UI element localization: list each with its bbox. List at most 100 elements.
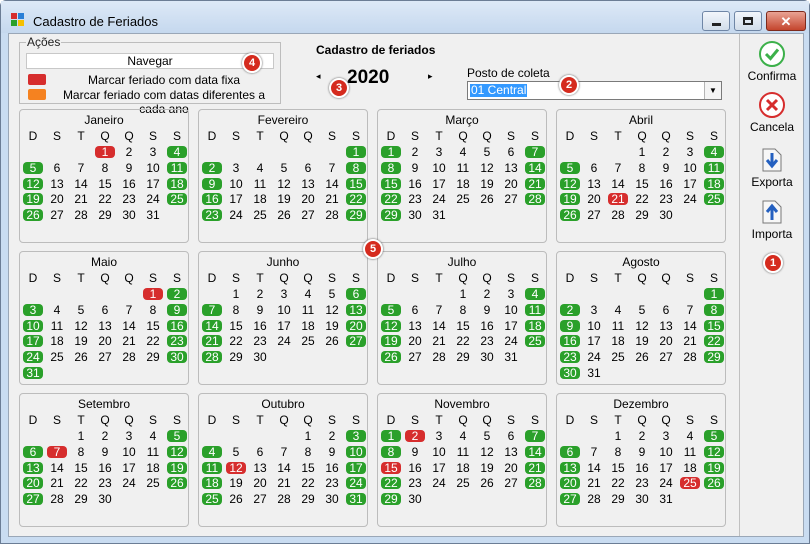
day-cell[interactable]: 3 — [429, 146, 449, 158]
day-cell[interactable]: 6 — [23, 445, 43, 458]
chevron-down-icon[interactable]: ▼ — [704, 82, 721, 99]
day-cell[interactable]: 13 — [405, 320, 425, 332]
day-cell[interactable]: 29 — [71, 493, 91, 505]
day-cell[interactable]: 23 — [202, 209, 222, 222]
prev-year-arrow-icon[interactable]: ◂ — [316, 71, 321, 82]
day-cell[interactable]: 6 — [47, 162, 67, 174]
day-cell[interactable]: 28 — [71, 209, 91, 221]
day-cell[interactable]: 24 — [501, 335, 521, 347]
day-cell[interactable]: 16 — [560, 335, 580, 348]
day-cell[interactable]: 15 — [453, 320, 473, 332]
day-cell[interactable]: 15 — [704, 319, 724, 332]
day-cell[interactable]: 4 — [298, 288, 318, 300]
day-cell[interactable]: 9 — [167, 303, 187, 316]
day-cell[interactable]: 9 — [560, 319, 580, 332]
day-cell[interactable]: 7 — [429, 304, 449, 316]
day-cell[interactable]: 24 — [23, 351, 43, 364]
day-cell[interactable]: 9 — [477, 304, 497, 316]
mark-variable-option[interactable]: Marcar feriado com datas diferentes a ca… — [28, 88, 278, 116]
day-cell[interactable]: 13 — [560, 461, 580, 474]
day-cell[interactable]: 13 — [298, 178, 318, 190]
day-cell[interactable]: 1 — [298, 430, 318, 442]
day-cell[interactable]: 17 — [346, 461, 366, 474]
day-cell[interactable]: 11 — [453, 446, 473, 458]
day-cell[interactable]: 10 — [346, 445, 366, 458]
day-cell[interactable]: 4 — [453, 146, 473, 158]
day-cell[interactable]: 24 — [656, 477, 676, 489]
day-cell[interactable]: 11 — [608, 320, 628, 332]
day-cell[interactable]: 7 — [71, 162, 91, 174]
day-cell[interactable]: 20 — [501, 178, 521, 190]
day-cell[interactable]: 15 — [381, 461, 401, 474]
day-cell[interactable]: 14 — [71, 178, 91, 190]
day-cell[interactable]: 22 — [226, 335, 246, 347]
day-cell[interactable]: 5 — [477, 430, 497, 442]
day-cell[interactable]: 24 — [143, 193, 163, 205]
day-cell[interactable]: 8 — [226, 304, 246, 316]
day-cell[interactable]: 23 — [405, 477, 425, 489]
day-cell[interactable]: 27 — [95, 351, 115, 363]
day-cell[interactable]: 2 — [167, 288, 187, 300]
day-cell[interactable]: 23 — [560, 351, 580, 364]
day-cell[interactable]: 4 — [680, 430, 700, 442]
day-cell[interactable]: 25 — [202, 493, 222, 506]
day-cell[interactable]: 12 — [71, 320, 91, 332]
day-cell[interactable]: 25 — [608, 351, 628, 363]
day-cell[interactable]: 23 — [95, 477, 115, 489]
day-cell[interactable]: 26 — [632, 351, 652, 363]
day-cell[interactable]: 1 — [71, 430, 91, 442]
day-cell[interactable]: 19 — [23, 193, 43, 206]
day-cell[interactable]: 24 — [584, 351, 604, 363]
day-cell[interactable]: 23 — [632, 477, 652, 489]
day-cell[interactable]: 3 — [274, 288, 294, 300]
day-cell[interactable]: 2 — [119, 146, 139, 158]
day-cell[interactable]: 12 — [23, 177, 43, 190]
day-cell[interactable]: 27 — [346, 335, 366, 348]
day-cell[interactable]: 5 — [226, 446, 246, 458]
day-cell[interactable]: 28 — [525, 477, 545, 490]
day-cell[interactable]: 8 — [298, 446, 318, 458]
day-cell[interactable]: 11 — [453, 162, 473, 174]
day-cell[interactable]: 20 — [346, 319, 366, 332]
day-cell[interactable]: 12 — [322, 304, 342, 316]
day-cell[interactable]: 10 — [429, 162, 449, 174]
day-cell[interactable]: 20 — [47, 193, 67, 205]
day-cell[interactable]: 28 — [525, 193, 545, 206]
day-cell[interactable]: 29 — [704, 351, 724, 364]
day-cell[interactable]: 23 — [405, 193, 425, 205]
day-cell[interactable]: 5 — [322, 288, 342, 300]
day-cell[interactable]: 2 — [95, 430, 115, 442]
day-cell[interactable]: 21 — [47, 477, 67, 489]
day-cell[interactable]: 30 — [250, 351, 270, 363]
day-cell[interactable]: 27 — [298, 209, 318, 221]
day-cell[interactable]: 10 — [274, 304, 294, 316]
day-cell[interactable]: 11 — [298, 304, 318, 316]
day-cell[interactable]: 7 — [47, 445, 67, 458]
day-cell[interactable]: 10 — [656, 446, 676, 458]
day-cell[interactable]: 14 — [584, 462, 604, 474]
day-cell[interactable]: 19 — [560, 193, 580, 206]
day-cell[interactable]: 2 — [405, 430, 425, 442]
day-cell[interactable]: 8 — [632, 162, 652, 174]
day-cell[interactable]: 29 — [346, 209, 366, 222]
day-cell[interactable]: 5 — [560, 161, 580, 174]
day-cell[interactable]: 5 — [477, 146, 497, 158]
day-cell[interactable]: 16 — [167, 319, 187, 332]
day-cell[interactable]: 3 — [501, 288, 521, 300]
day-cell[interactable]: 22 — [453, 335, 473, 347]
day-cell[interactable]: 28 — [202, 351, 222, 364]
day-cell[interactable]: 7 — [274, 446, 294, 458]
day-cell[interactable]: 25 — [453, 477, 473, 489]
day-cell[interactable]: 2 — [656, 146, 676, 158]
day-cell[interactable]: 2 — [632, 430, 652, 442]
day-cell[interactable]: 8 — [381, 161, 401, 174]
title-bar[interactable]: Cadastro de Feriados ✕ — [1, 1, 809, 33]
day-cell[interactable]: 17 — [429, 178, 449, 190]
day-cell[interactable]: 20 — [23, 477, 43, 490]
day-cell[interactable]: 1 — [381, 146, 401, 158]
day-cell[interactable]: 6 — [560, 445, 580, 458]
day-cell[interactable]: 10 — [143, 162, 163, 174]
day-cell[interactable]: 25 — [704, 193, 724, 206]
day-cell[interactable]: 14 — [202, 319, 222, 332]
day-cell[interactable]: 17 — [119, 462, 139, 474]
